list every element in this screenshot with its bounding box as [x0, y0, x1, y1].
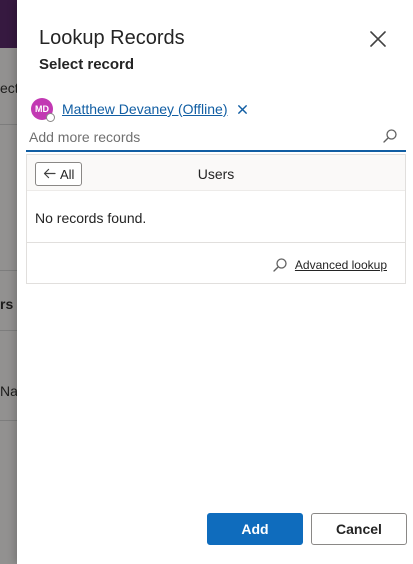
screen: ect rs Nar Lookup Records Select record … — [0, 0, 413, 564]
search-icon — [273, 258, 287, 272]
dialog-title: Lookup Records — [39, 27, 185, 49]
lookup-results-flyout: All Users No records found. Advanced loo… — [26, 154, 406, 284]
add-more-records-input[interactable] — [29, 127, 369, 147]
advanced-lookup-label: Advanced lookup — [294, 258, 387, 272]
add-button[interactable]: Add — [207, 513, 303, 545]
results-footer: Advanced lookup — [27, 242, 405, 284]
results-entity-title: Users — [197, 166, 235, 182]
advanced-lookup-link[interactable]: Advanced lookup — [272, 257, 387, 273]
no-records-message: No records found. — [35, 210, 147, 226]
remove-record-button[interactable] — [235, 102, 249, 116]
selected-record-link[interactable]: Matthew Devaney (Offline) — [62, 101, 227, 117]
selected-record-chip: MD Matthew Devaney (Offline) — [31, 97, 249, 122]
dialog-subtitle: Select record — [39, 56, 135, 73]
avatar: MD — [31, 98, 55, 122]
modal-overlay[interactable] — [0, 0, 17, 564]
close-icon — [238, 104, 247, 114]
close-dialog-button[interactable] — [367, 28, 389, 50]
avatar-initials: MD — [35, 104, 49, 114]
lookup-records-dialog: Lookup Records Select record MD Matthew … — [17, 0, 413, 564]
background-page: ect rs Nar — [0, 0, 17, 564]
search-icon — [383, 129, 397, 143]
results-header: All Users — [27, 155, 405, 191]
lookup-field: MD Matthew Devaney (Offline) — [26, 93, 406, 152]
close-icon — [370, 31, 386, 47]
cancel-button[interactable]: Cancel — [311, 513, 407, 545]
search-button[interactable] — [382, 128, 398, 144]
presence-offline-icon — [46, 113, 55, 122]
